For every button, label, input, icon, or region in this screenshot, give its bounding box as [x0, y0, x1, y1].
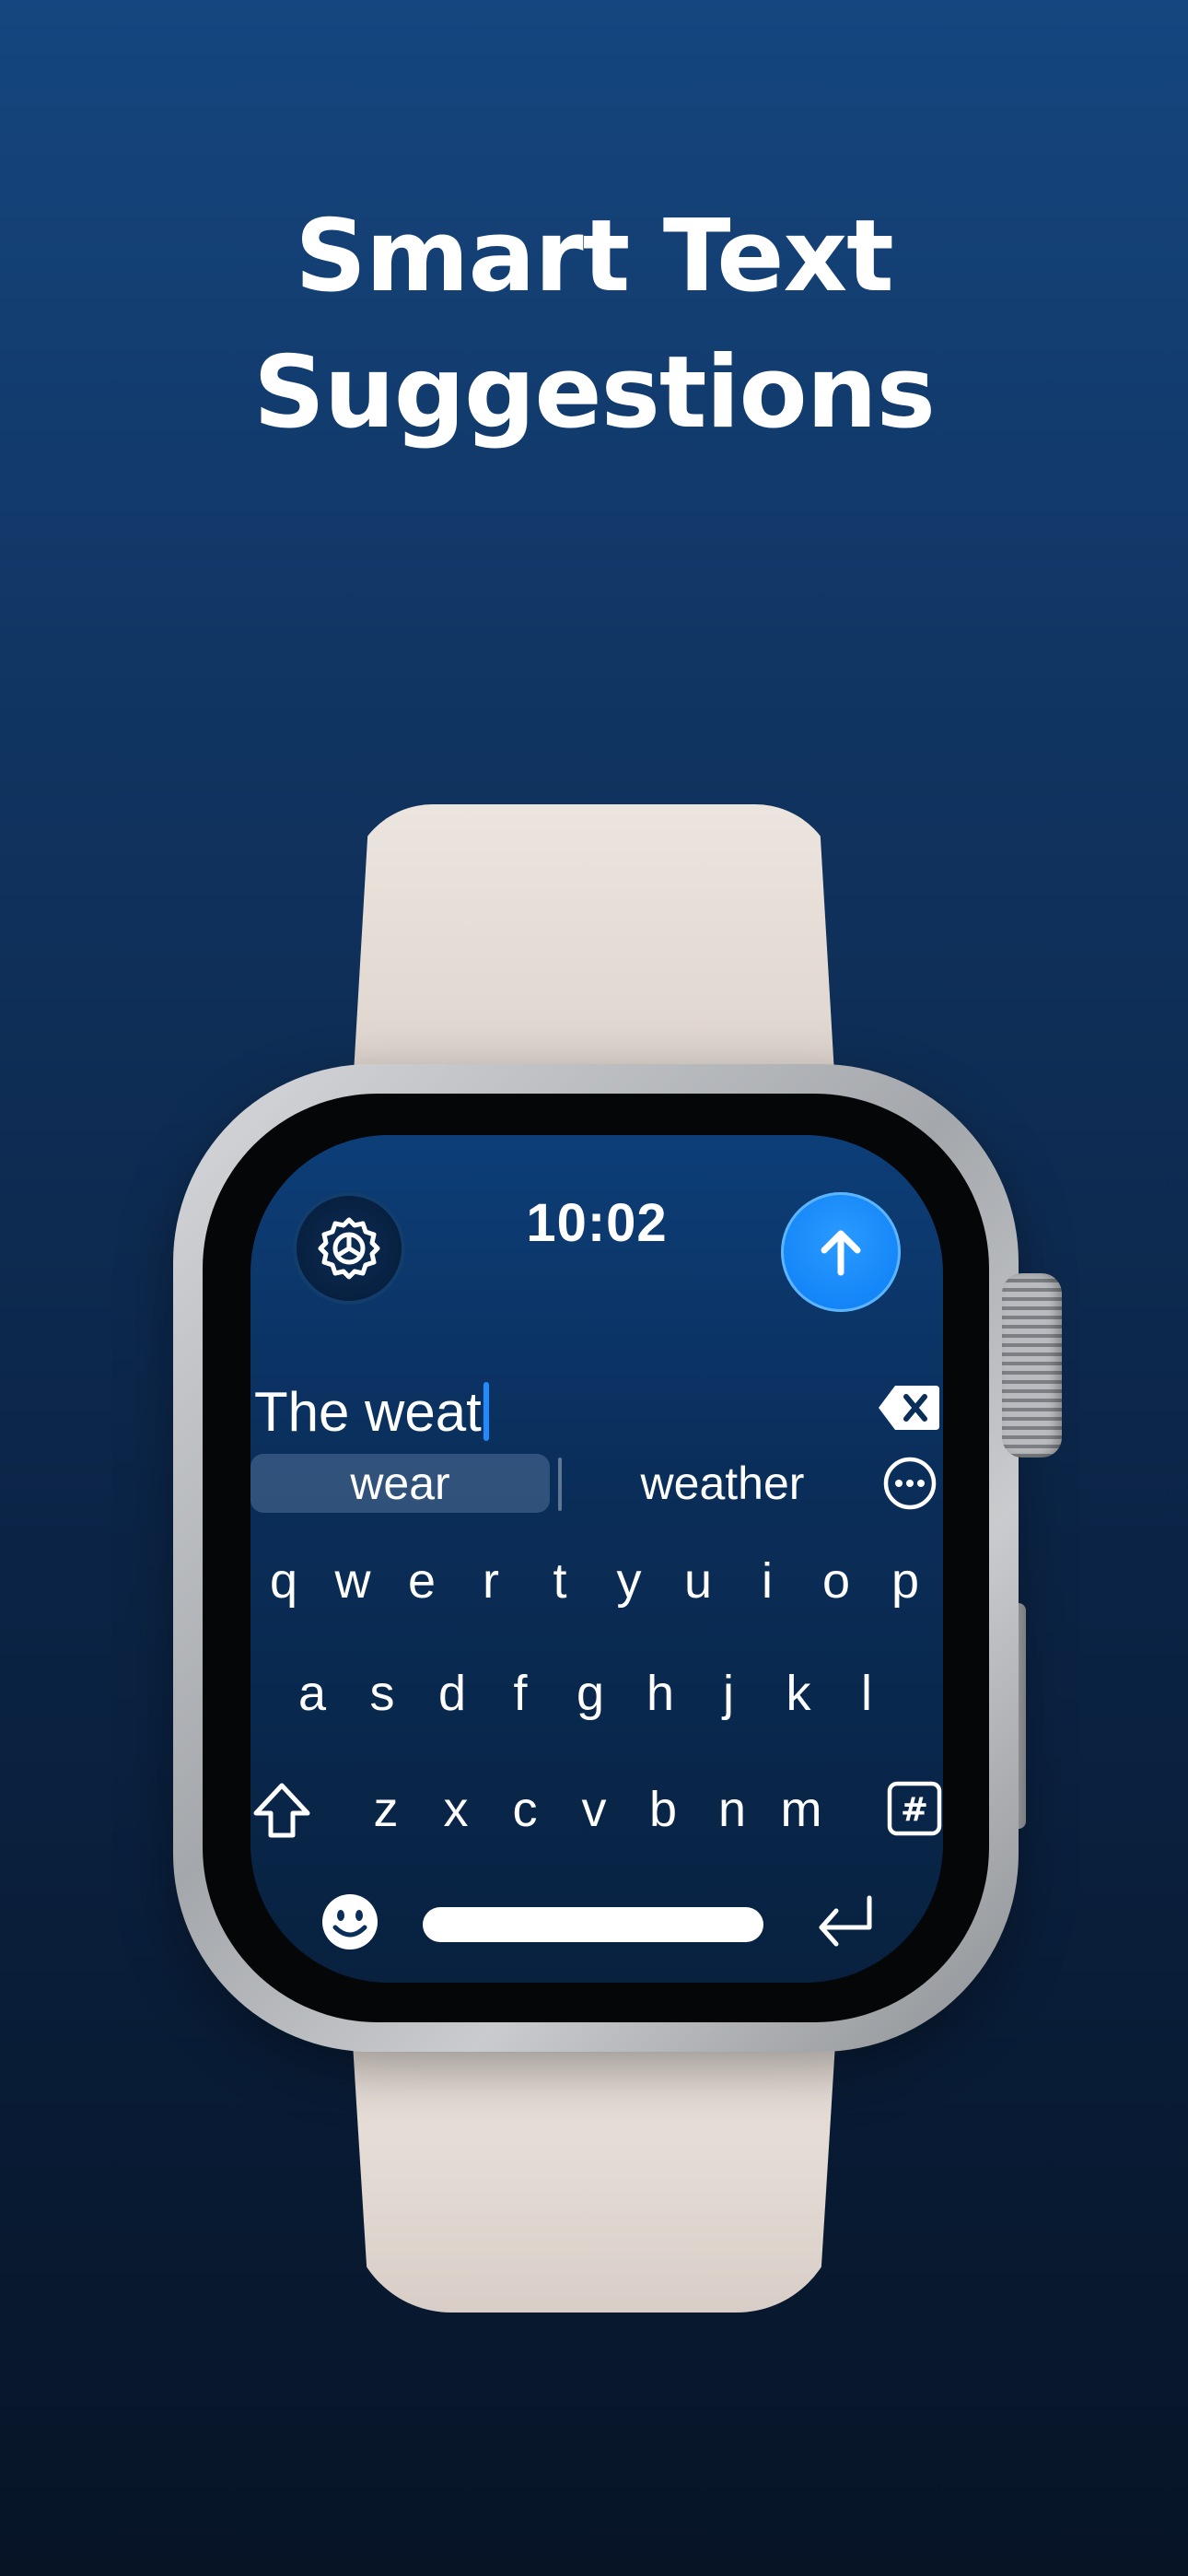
watch-screen: 10:02 The weat wear weather q w e r t y … — [250, 1135, 943, 1983]
hash-key-label: # — [901, 1791, 928, 1829]
key-b[interactable]: b — [631, 1773, 695, 1846]
key-m[interactable]: m — [769, 1773, 833, 1846]
key-o[interactable]: o — [804, 1544, 868, 1618]
hash-icon: # — [887, 1781, 942, 1836]
key-g[interactable]: g — [558, 1657, 623, 1730]
key-n[interactable]: n — [700, 1773, 764, 1846]
key-e[interactable]: e — [390, 1544, 454, 1618]
key-r[interactable]: r — [459, 1544, 523, 1618]
headline: Smart Text Suggestions — [0, 189, 1188, 462]
key-j[interactable]: j — [696, 1657, 761, 1730]
key-k[interactable]: k — [766, 1657, 831, 1730]
key-h[interactable]: h — [628, 1657, 693, 1730]
key-v[interactable]: v — [562, 1773, 626, 1846]
headline-line-1: Smart Text — [295, 199, 894, 314]
shift-icon — [253, 1783, 310, 1838]
key-a[interactable]: a — [280, 1657, 344, 1730]
key-i[interactable]: i — [735, 1544, 799, 1618]
key-z[interactable]: z — [354, 1773, 418, 1846]
text-field-value: The weat — [254, 1380, 482, 1443]
space-bar[interactable] — [423, 1907, 763, 1942]
key-c[interactable]: c — [493, 1773, 557, 1846]
symbols-key[interactable]: # — [886, 1780, 943, 1837]
key-p[interactable]: p — [873, 1544, 938, 1618]
key-q[interactable]: q — [251, 1544, 316, 1618]
emoji-icon — [322, 1894, 378, 1950]
key-l[interactable]: l — [834, 1657, 899, 1730]
key-w[interactable]: w — [320, 1544, 385, 1618]
key-d[interactable]: d — [420, 1657, 484, 1730]
key-s[interactable]: s — [350, 1657, 414, 1730]
suggestion-wear[interactable]: wear — [250, 1454, 550, 1513]
key-y[interactable]: y — [597, 1544, 661, 1618]
text-cursor — [483, 1382, 489, 1441]
key-f[interactable]: f — [488, 1657, 553, 1730]
suggestion-bar: wear weather — [250, 1452, 943, 1516]
suggestion-divider — [558, 1458, 562, 1511]
backspace-icon — [879, 1386, 939, 1430]
ellipsis-circle-icon — [883, 1457, 937, 1510]
shift-key[interactable] — [250, 1780, 313, 1843]
more-suggestions-button[interactable] — [882, 1456, 938, 1511]
suggestion-weather[interactable]: weather — [568, 1454, 877, 1513]
delete-button[interactable] — [877, 1382, 941, 1434]
message-text-field[interactable]: The weat — [254, 1375, 489, 1448]
emoji-button[interactable] — [320, 1892, 379, 1951]
key-x[interactable]: x — [424, 1773, 488, 1846]
return-key[interactable] — [809, 1891, 882, 1955]
headline-line-2: Suggestions — [253, 335, 936, 451]
return-icon — [819, 1895, 872, 1947]
arrow-up-icon — [821, 1230, 861, 1276]
digital-crown — [1002, 1273, 1062, 1458]
send-button[interactable] — [781, 1192, 901, 1312]
keyboard-bottom-bar — [250, 1889, 943, 1962]
key-t[interactable]: t — [528, 1544, 592, 1618]
key-u[interactable]: u — [666, 1544, 730, 1618]
